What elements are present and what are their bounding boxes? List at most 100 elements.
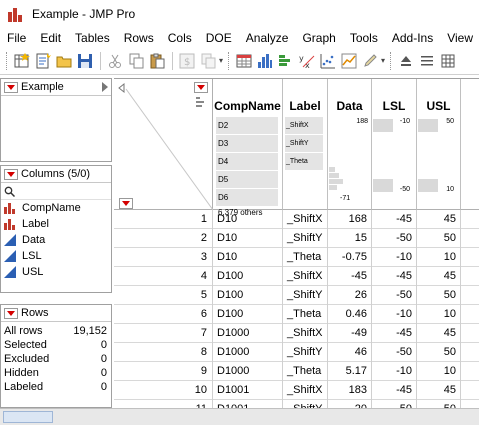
column-search-box[interactable] [1,183,111,200]
table-row[interactable]: 3 D10 _Theta -0.75 -10 10 [114,248,479,267]
cell-compname[interactable]: D1000 [213,362,283,381]
column-item-lsl[interactable]: LSL [1,248,111,264]
column-item-usl[interactable]: USL [1,264,111,280]
cell-compname[interactable]: D100 [213,286,283,305]
fit-model-icon[interactable]: yx [297,51,316,70]
cell-lsl[interactable]: -50 [372,286,417,305]
cell-usl[interactable]: 10 [417,305,461,324]
menu-tables[interactable]: Tables [68,31,117,45]
column-header-lsl[interactable]: LSL -10 -50 [372,79,417,210]
toolbar-dropdown-icon[interactable]: ▾ [219,56,223,65]
row-number[interactable]: 7 [114,324,213,343]
cell-lsl[interactable]: -10 [372,305,417,324]
menu-doe[interactable]: DOE [199,31,239,45]
cell-lsl[interactable]: -45 [372,267,417,286]
rows-red-triangle-icon[interactable] [119,198,133,209]
column-header-usl[interactable]: USL 50 10 [417,79,461,210]
toolbar-grip[interactable] [6,51,10,70]
menu-analyze[interactable]: Analyze [239,31,296,45]
cell-usl[interactable]: 50 [417,286,461,305]
row-number[interactable]: 9 [114,362,213,381]
cell-usl[interactable]: 50 [417,343,461,362]
table-row[interactable]: 8 D1000 _ShiftY 46 -50 50 [114,343,479,362]
cell-compname[interactable]: D1000 [213,324,283,343]
cell-lsl[interactable]: -50 [372,343,417,362]
menu-view[interactable]: View [440,31,479,45]
cell-compname[interactable]: D1001 [213,381,283,400]
table-row[interactable]: 6 D100 _Theta 0.46 -10 10 [114,305,479,324]
cell-label[interactable]: _ShiftY [283,400,328,408]
row-number[interactable]: 10 [114,381,213,400]
cell-usl[interactable]: 50 [417,229,461,248]
menu-add-ins[interactable]: Add-Ins [385,31,440,45]
cell-usl[interactable]: 10 [417,362,461,381]
cell-data[interactable]: 168 [328,210,372,229]
table-row[interactable]: 2 D10 _ShiftY 15 -50 50 [114,229,479,248]
cell-usl[interactable]: 45 [417,381,461,400]
cell-data[interactable]: 20 [328,400,372,408]
disclosure-arrow-icon[interactable] [102,82,108,92]
disabled-copy-icon[interactable] [198,51,217,70]
graph-builder-icon[interactable] [339,51,358,70]
row-number[interactable]: 11 [114,400,213,408]
cell-data[interactable]: 0.46 [328,305,372,324]
menu-edit[interactable]: Edit [33,31,68,45]
column-item-data[interactable]: Data [1,232,111,248]
row-number[interactable]: 4 [114,267,213,286]
row-number[interactable]: 3 [114,248,213,267]
column-header-label[interactable]: Label _ShiftX _ShiftY _Theta [283,79,328,210]
cell-lsl[interactable]: -45 [372,210,417,229]
cell-label[interactable]: _ShiftX [283,210,328,229]
new-table-icon[interactable] [12,51,31,70]
toolbar-grip[interactable] [390,51,394,70]
data-table-icon[interactable] [234,51,253,70]
columns-red-triangle-icon[interactable] [194,82,208,93]
table-row[interactable]: 4 D100 _ShiftX -45 -45 45 [114,267,479,286]
cell-lsl[interactable]: -50 [372,229,417,248]
cell-data[interactable]: -0.75 [328,248,372,267]
cell-data[interactable]: 15 [328,229,372,248]
cell-data[interactable]: -45 [328,267,372,286]
cell-compname[interactable]: D1000 [213,343,283,362]
column-header-compname[interactable]: CompName D2 D3 D4 D5 D6 6,379 others [213,79,283,217]
cell-compname[interactable]: D10 [213,210,283,229]
cell-label[interactable]: _Theta [283,305,328,324]
cell-data[interactable]: -49 [328,324,372,343]
table-row[interactable]: 1 D10 _ShiftX 168 -45 45 [114,210,479,229]
eject-icon[interactable] [396,51,415,70]
cell-lsl[interactable]: -45 [372,324,417,343]
table-grid-icon[interactable] [438,51,457,70]
red-triangle-menu-icon[interactable] [4,307,18,319]
new-script-icon[interactable] [33,51,52,70]
cell-data[interactable]: 183 [328,381,372,400]
cell-lsl[interactable]: -10 [372,248,417,267]
menu-cols[interactable]: Cols [161,31,199,45]
cell-label[interactable]: _Theta [283,248,328,267]
red-triangle-menu-icon[interactable] [4,81,18,93]
row-number[interactable]: 5 [114,286,213,305]
cell-compname[interactable]: D100 [213,267,283,286]
cell-data[interactable]: 5.17 [328,362,372,381]
disabled-tool-icon[interactable]: $ [177,51,196,70]
table-row[interactable]: 11D1001_ShiftY20-5050 [114,400,479,408]
cell-compname[interactable]: D100 [213,305,283,324]
menu-graph[interactable]: Graph [295,31,342,45]
toolbar-grip[interactable] [228,51,232,70]
row-number[interactable]: 1 [114,210,213,229]
menu-file[interactable]: File [0,31,33,45]
fit-y-by-x-icon[interactable] [276,51,295,70]
cell-usl[interactable]: 45 [417,210,461,229]
table-row[interactable]: 5 D100 _ShiftY 26 -50 50 [114,286,479,305]
row-number[interactable]: 8 [114,343,213,362]
cell-label[interactable]: _ShiftX [283,381,328,400]
column-header-data[interactable]: Data 188 -71 [328,79,372,210]
distribution-icon[interactable] [255,51,274,70]
cell-usl[interactable]: 50 [417,400,461,408]
cell-usl[interactable]: 45 [417,267,461,286]
cell-label[interactable]: _ShiftX [283,267,328,286]
cell-compname[interactable]: D10 [213,229,283,248]
scatterplot-icon[interactable] [318,51,337,70]
column-search-input[interactable] [18,184,108,198]
cell-label[interactable]: _ShiftX [283,324,328,343]
cell-lsl[interactable]: -10 [372,362,417,381]
